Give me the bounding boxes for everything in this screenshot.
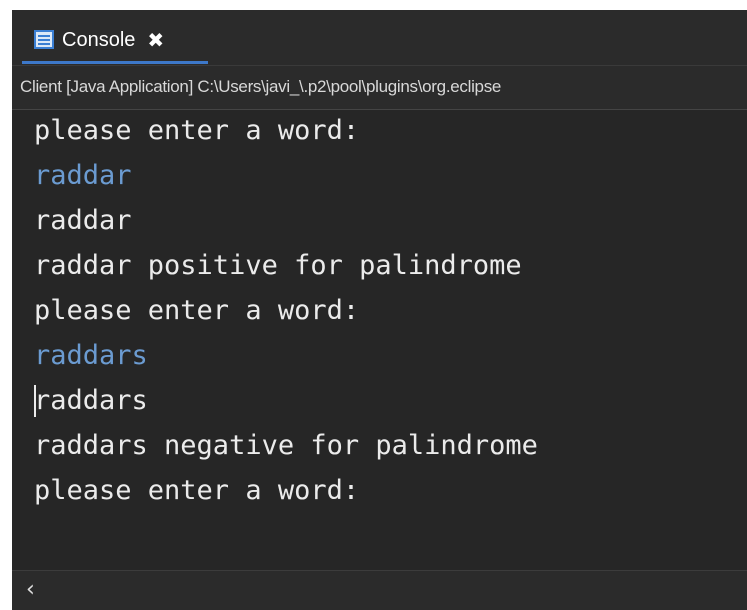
- console-description-bar: Client [Java Application] C:\Users\javi_…: [12, 65, 747, 110]
- console-input-line: raddars: [34, 340, 148, 371]
- console-line: please enter a word:: [34, 475, 360, 506]
- console-line: raddars negative for palindrome: [34, 430, 538, 461]
- console-description: Client [Java Application] C:\Users\javi_…: [20, 77, 502, 96]
- close-icon[interactable]: ✖: [147, 30, 164, 50]
- console-view: Console ✖ Client [Java Application] C:\U…: [12, 10, 747, 610]
- console-line: please enter a word:: [34, 115, 360, 146]
- console-line: raddars: [34, 385, 148, 416]
- console-line: raddar: [34, 205, 132, 236]
- scroll-left-icon[interactable]: ‹: [26, 578, 35, 602]
- console-output[interactable]: please enter a word: raddar raddar radda…: [12, 110, 747, 570]
- horizontal-scrollbar[interactable]: ‹: [12, 570, 747, 610]
- console-icon: [34, 30, 54, 49]
- console-input-line: raddar: [34, 160, 132, 191]
- tab-bar: Console ✖: [12, 10, 747, 65]
- console-line: raddar positive for palindrome: [34, 250, 522, 281]
- console-line: please enter a word:: [34, 295, 360, 326]
- tab-console[interactable]: Console ✖: [22, 18, 208, 64]
- tab-label: Console: [62, 28, 136, 51]
